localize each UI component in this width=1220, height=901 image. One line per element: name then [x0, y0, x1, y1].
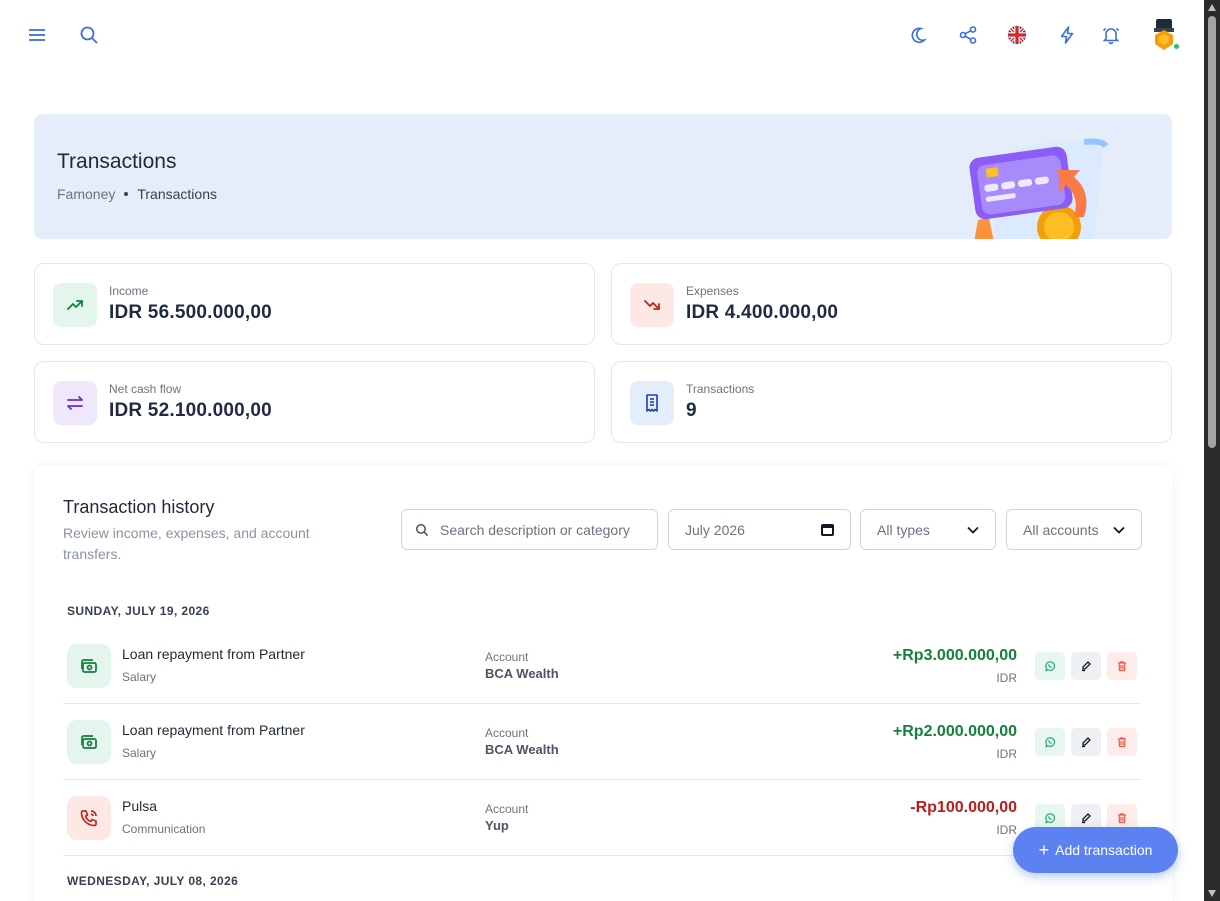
breadcrumb-current: Transactions	[137, 186, 217, 202]
search-input[interactable]: Search description or category	[440, 522, 630, 538]
income-value: IDR 56.500.000,00	[109, 302, 272, 323]
account-name: BCA Wealth	[485, 666, 559, 681]
trash-icon	[1118, 737, 1126, 748]
whatsapp-icon	[1045, 737, 1055, 748]
expenses-value: IDR 4.400.000,00	[686, 302, 839, 323]
income-label: Income	[109, 284, 149, 298]
transaction-name: Loan repayment from Partner	[122, 646, 305, 662]
delete-button[interactable]	[1107, 728, 1137, 756]
transaction-currency: IDR	[996, 671, 1017, 685]
transactions-count-value: 9	[686, 400, 697, 421]
breadcrumb-root[interactable]: Famoney	[57, 186, 115, 202]
moon-icon[interactable]	[903, 20, 933, 50]
account-label: Account	[485, 726, 529, 740]
swap-arrows-icon	[53, 381, 97, 425]
edit-icon	[1082, 813, 1091, 824]
transaction-row[interactable]: Loan repayment from Partner Salary Accou…	[63, 704, 1141, 780]
type-filter-select[interactable]: All types	[860, 509, 996, 550]
history-subtitle: Review income, expenses, and account tra…	[63, 525, 310, 562]
scroll-up-arrow[interactable]	[1208, 4, 1216, 11]
history-title: Transaction history	[63, 497, 215, 517]
account-filter-select[interactable]: All accounts	[1006, 509, 1142, 550]
transactions-count-label: Transactions	[686, 382, 755, 396]
page-title: Transactions	[57, 150, 177, 173]
share-icon[interactable]	[953, 20, 983, 50]
transactions-count-card: Transactions 9	[611, 361, 1172, 443]
transaction-currency: IDR	[996, 747, 1017, 761]
trash-icon	[1118, 661, 1126, 672]
transaction-row[interactable]: Loan repayment from Partner Salary Accou…	[63, 628, 1141, 704]
month-picker[interactable]: July 2026	[668, 509, 851, 550]
account-name: BCA Wealth	[485, 742, 559, 757]
net-cash-flow-value: IDR 52.100.000,00	[109, 400, 272, 421]
account-label: Account	[485, 802, 529, 816]
add-transaction-label: Add transaction	[1055, 842, 1153, 858]
whatsapp-share-button[interactable]	[1035, 728, 1065, 756]
search-field[interactable]: Search description or category	[401, 509, 658, 550]
online-status-dot	[1173, 43, 1180, 50]
expenses-card: Expenses IDR 4.400.000,00	[611, 263, 1172, 345]
trending-up-icon	[53, 283, 97, 327]
add-transaction-button[interactable]: + Add transaction	[1013, 827, 1178, 873]
account-label: Account	[485, 650, 529, 664]
calendar-icon[interactable]	[821, 523, 834, 536]
breadcrumb: Famoney Transactions	[57, 186, 217, 202]
whatsapp-icon	[1045, 661, 1055, 672]
account-filter-value: All accounts	[1023, 521, 1099, 538]
transaction-name: Pulsa	[122, 798, 158, 814]
scrollbar[interactable]	[1204, 0, 1220, 901]
net-cash-flow-label: Net cash flow	[109, 382, 182, 396]
scroll-down-arrow[interactable]	[1208, 890, 1216, 897]
phone-icon	[67, 796, 111, 840]
transaction-category: Salary	[122, 670, 157, 684]
trash-icon	[1118, 813, 1126, 824]
transaction-row[interactable]: Pulsa Communication Account Yup -Rp100.0…	[63, 780, 1141, 856]
month-value: July 2026	[685, 521, 745, 538]
money-icon	[67, 720, 111, 764]
income-card: Income IDR 56.500.000,00	[34, 263, 595, 345]
type-filter-value: All types	[877, 521, 930, 538]
transaction-currency: IDR	[996, 823, 1017, 837]
chevron-down-icon	[1113, 526, 1125, 534]
whatsapp-share-button[interactable]	[1035, 652, 1065, 680]
page-header: Transactions Famoney Transactions	[34, 114, 1172, 239]
bell-icon[interactable]	[1096, 20, 1126, 50]
transactions-illustration-icon	[934, 132, 1114, 239]
search-field-icon	[415, 523, 429, 536]
receipt-icon	[630, 381, 674, 425]
breadcrumb-separator	[124, 192, 129, 196]
expenses-label: Expenses	[686, 284, 739, 298]
plus-icon: +	[1038, 840, 1050, 860]
bolt-icon[interactable]	[1052, 20, 1082, 50]
transaction-amount: -Rp100.000,00	[910, 799, 1017, 816]
transaction-category: Communication	[122, 822, 206, 836]
scroll-thumb[interactable]	[1208, 16, 1216, 448]
day-header: WEDNESDAY, JULY 08, 2026	[67, 874, 239, 888]
top-bar	[0, 0, 1204, 72]
day-header: SUNDAY, JULY 19, 2026	[67, 604, 210, 618]
net-cash-flow-card: Net cash flow IDR 52.100.000,00	[34, 361, 595, 443]
edit-button[interactable]	[1071, 652, 1101, 680]
search-icon[interactable]	[74, 20, 104, 50]
transaction-name: Loan repayment from Partner	[122, 722, 305, 738]
uk-flag-icon[interactable]	[1002, 20, 1032, 50]
trending-down-icon	[630, 283, 674, 327]
transaction-amount: +Rp2.000.000,00	[892, 723, 1017, 740]
money-icon	[67, 644, 111, 688]
account-name: Yup	[485, 818, 509, 833]
transaction-amount: +Rp3.000.000,00	[892, 647, 1017, 664]
edit-button[interactable]	[1071, 728, 1101, 756]
avatar[interactable]	[1147, 16, 1181, 52]
menu-icon[interactable]	[22, 20, 52, 50]
edit-icon	[1082, 661, 1091, 672]
whatsapp-icon	[1045, 813, 1055, 824]
edit-icon	[1082, 737, 1091, 748]
delete-button[interactable]	[1107, 652, 1137, 680]
transaction-history-panel: Transaction history Review income, expen…	[34, 466, 1172, 901]
transaction-category: Salary	[122, 746, 157, 760]
chevron-down-icon	[967, 526, 979, 534]
